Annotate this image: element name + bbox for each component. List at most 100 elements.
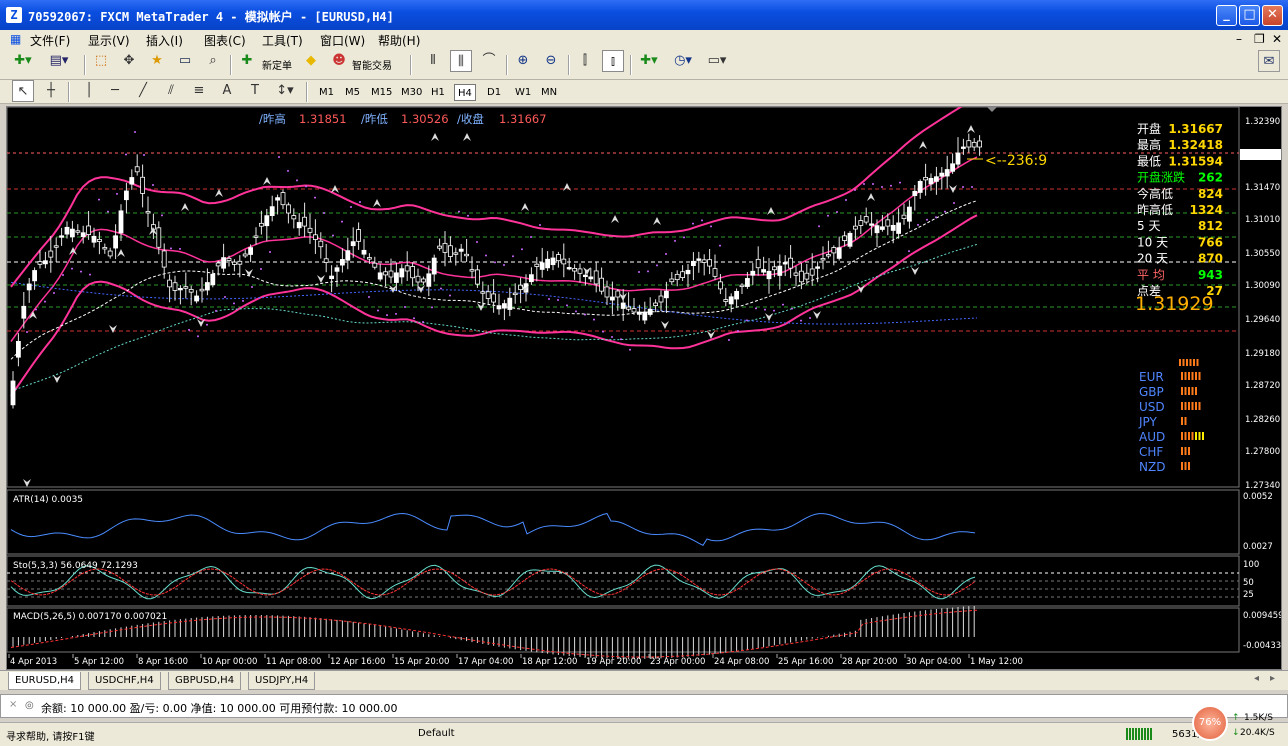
fractal-up (867, 193, 875, 201)
tf-h1[interactable]: H1 (428, 84, 448, 101)
tab-scroll-right-icon[interactable]: ▸ (1270, 673, 1275, 684)
sar-dot (692, 222, 694, 225)
strength-bar (1188, 402, 1190, 410)
trendline-icon[interactable]: ╱ (132, 80, 154, 102)
sar-dot (107, 210, 109, 213)
cursor-icon[interactable]: ↖ (12, 80, 34, 102)
strength-bar (1189, 359, 1192, 366)
mdi-restore-button[interactable]: ❐ (1254, 32, 1265, 46)
price-chart[interactable]: 1.32390 1.31929 1.31470 1.31010 1.30550 1.300… (6, 98, 1287, 669)
expert-button[interactable]: 智能交易 (352, 57, 392, 72)
tab-usdchf[interactable]: USDCHF,H4 (88, 672, 161, 690)
terminal-icon[interactable]: ▭ (174, 50, 196, 72)
sar-dot (314, 196, 316, 199)
tf-d1[interactable]: D1 (484, 84, 504, 101)
tab-usdjpy[interactable]: USDJPY,H4 (248, 672, 316, 690)
time-label: 11 Apr 08:00 (266, 657, 321, 667)
sar-dot (764, 308, 766, 311)
strength-bar (1198, 372, 1201, 380)
vertical-line-icon[interactable]: │ (78, 80, 100, 102)
new-order-icon[interactable]: ✚ (236, 50, 258, 72)
tf-m1[interactable]: M1 (316, 84, 337, 101)
tf-m5[interactable]: M5 (342, 84, 363, 101)
strength-bar (1191, 372, 1194, 380)
macd-label: MACD(5,26,5) 0.007170 0.007021 (13, 612, 167, 622)
sar-dot (575, 310, 577, 313)
menu-charts[interactable]: 图表(C) (204, 32, 246, 49)
sto-main (10, 564, 976, 600)
metaeditor-icon[interactable]: ◆ (300, 50, 322, 72)
candle-body (318, 240, 324, 248)
menu-insert[interactable]: 插入(I) (146, 32, 183, 49)
menu-help[interactable]: 帮助(H) (378, 32, 420, 49)
time-label: 12 Apr 16:00 (330, 657, 385, 667)
price-tick: 1.30090 (1245, 281, 1280, 291)
tf-h4[interactable]: H4 (454, 84, 476, 101)
tf-m30[interactable]: M30 (398, 84, 425, 101)
tab-gbpusd[interactable]: GBPUSD,H4 (168, 672, 242, 690)
arrows-icon[interactable]: ↕▾ (274, 80, 296, 102)
sar-dot (404, 306, 406, 308)
candle-body (302, 216, 308, 227)
candle-body (545, 258, 550, 269)
sar-dot (863, 183, 865, 185)
tile-icon[interactable]: ⫿ (574, 50, 596, 72)
candlestick-icon[interactable]: ⫼ (450, 50, 472, 72)
line-chart-icon[interactable]: ⌒ (478, 50, 500, 72)
expert-icon[interactable]: ☻ (328, 50, 350, 72)
channel-icon[interactable]: ⫽ (160, 80, 182, 102)
tab-eurusd[interactable]: EURUSD,H4 (8, 672, 82, 690)
navigator-icon[interactable]: ★ (146, 50, 168, 72)
tf-mn[interactable]: MN (538, 84, 560, 101)
profiles-icon[interactable]: ▤▾ (48, 50, 70, 72)
strength-bar (1188, 462, 1190, 470)
text-icon[interactable]: A (216, 80, 238, 102)
market-watch-icon[interactable]: ⬚ (90, 50, 112, 72)
mdi-close-button[interactable]: ✕ (1272, 32, 1282, 46)
horizontal-line-icon[interactable]: ─ (104, 80, 126, 102)
chat-icon[interactable]: ✉ (1258, 50, 1280, 72)
fibonacci-icon[interactable]: ≡ (188, 80, 210, 102)
candle-body (853, 225, 858, 230)
candle-body (966, 140, 972, 148)
menu-view[interactable]: 显示(V) (88, 32, 130, 49)
data-window-icon[interactable]: ✥ (118, 50, 140, 72)
indicator-tick: 25 (1243, 590, 1254, 600)
autoscroll-icon[interactable]: ⫾ (602, 50, 624, 72)
tf-m15[interactable]: M15 (368, 84, 395, 101)
crosshair-icon[interactable]: ┼ (40, 80, 62, 102)
candle-body (447, 245, 453, 257)
templates-icon[interactable]: ▭▾ (706, 50, 728, 72)
panel-value: 943 (1198, 268, 1223, 282)
periods-icon[interactable]: ◷▾ (672, 50, 694, 72)
chart-icon: ▦ (10, 32, 22, 46)
sar-dot (242, 299, 244, 302)
menu-tools[interactable]: 工具(T) (262, 32, 303, 49)
candle-body (685, 269, 691, 275)
label-icon[interactable]: T (244, 80, 266, 102)
zoom-out-icon[interactable]: ⊖ (540, 50, 562, 72)
new-order-button[interactable]: 新定单 (262, 57, 292, 72)
tab-scroll-left-icon[interactable]: ◂ (1254, 673, 1259, 684)
indicator-tick: 100 (1243, 560, 1259, 570)
menu-window[interactable]: 窗口(W) (320, 32, 365, 49)
minimize-button[interactable]: _ (1216, 5, 1237, 26)
candle-body (226, 257, 232, 261)
fractal-up (611, 215, 619, 223)
menu-file[interactable]: 文件(F) (30, 32, 70, 49)
sar-dot (683, 236, 685, 239)
time-label: 24 Apr 08:00 (714, 657, 769, 667)
bar-chart-icon[interactable]: ⫴ (422, 50, 444, 72)
new-chart-icon[interactable]: ✚▾ (12, 50, 34, 72)
indicators-icon[interactable]: ✚▾ (638, 50, 660, 72)
close-button[interactable]: ✕ (1262, 5, 1283, 26)
mdi-minimize-button[interactable]: – (1236, 32, 1242, 46)
cpu-meter[interactable]: 76% (1192, 705, 1228, 741)
zoom-in-icon[interactable]: ⊕ (512, 50, 534, 72)
sar-dot (737, 330, 739, 332)
maximize-button[interactable]: □ (1239, 5, 1260, 26)
panel-value: 1.32418 (1168, 138, 1223, 152)
tester-icon[interactable]: ⌕ (202, 50, 224, 72)
tf-w1[interactable]: W1 (512, 84, 534, 101)
chart-window[interactable]: 1.32390 1.31929 1.31470 1.31010 1.30550 1.300… (6, 98, 1287, 670)
